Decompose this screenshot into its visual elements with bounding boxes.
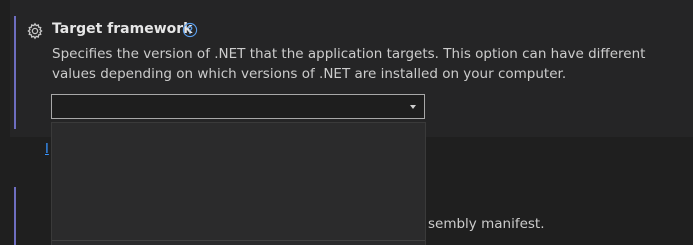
target-framework-select[interactable] <box>51 94 425 119</box>
chevron-down-icon[interactable] <box>410 105 416 109</box>
dropdown-divider <box>52 240 425 241</box>
partial-description: sembly manifest. <box>428 216 545 232</box>
properties-page: Target framework Specifies the version o… <box>0 0 693 245</box>
setting-description: Specifies the version of .NET that the a… <box>52 46 646 82</box>
partial-link[interactable]: I <box>45 142 49 157</box>
setting-indicator <box>14 187 16 245</box>
setting-title: Target framework <box>52 21 193 37</box>
selected-setting-indicator <box>14 16 16 129</box>
help-circle-icon[interactable] <box>182 22 198 38</box>
target-framework-dropdown-list[interactable] <box>51 122 426 245</box>
gear-icon <box>27 22 43 40</box>
